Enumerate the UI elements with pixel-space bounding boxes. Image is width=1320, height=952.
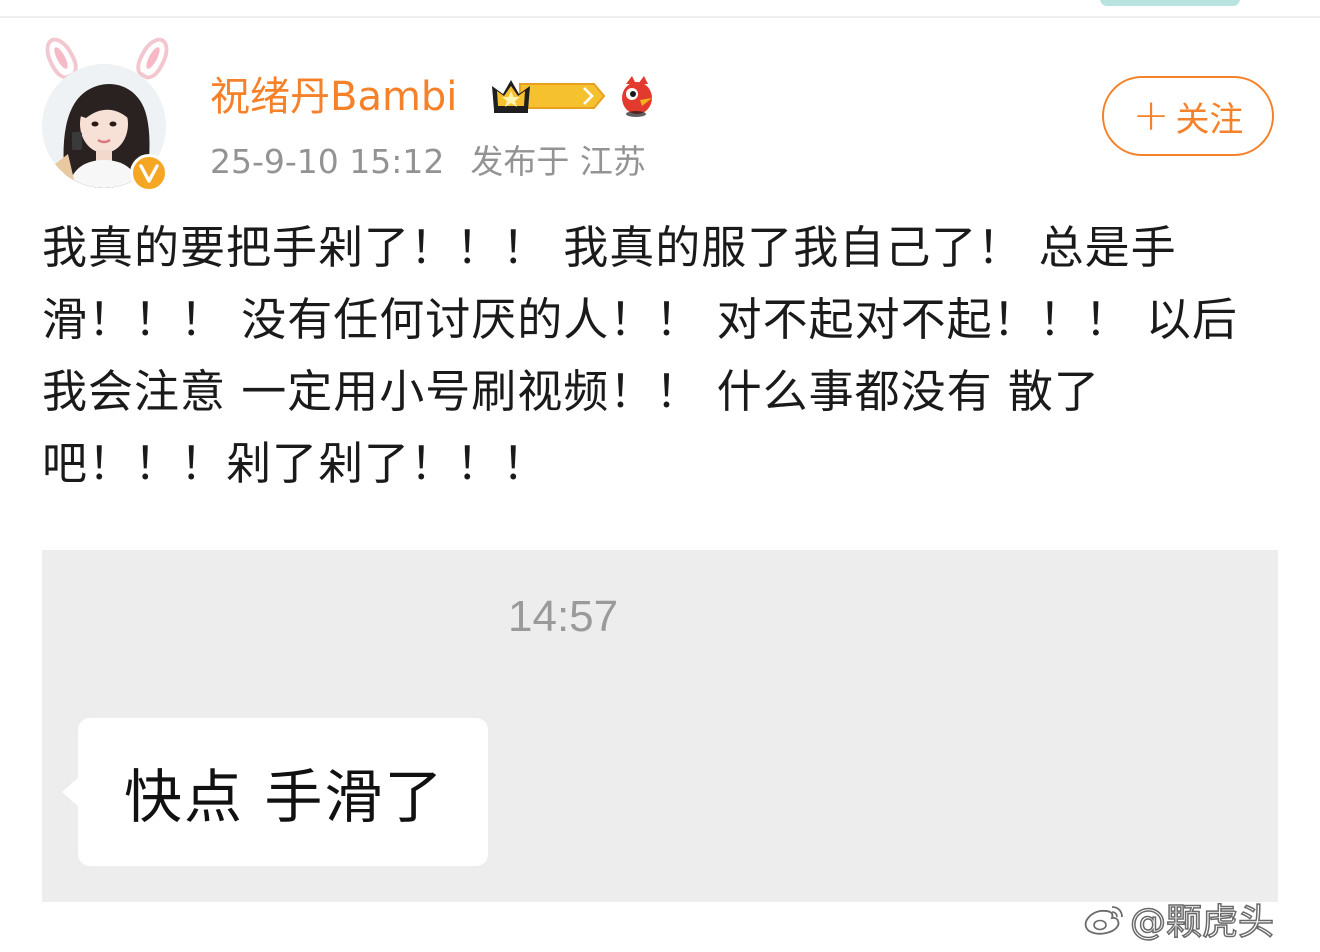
avatar[interactable] [38, 32, 178, 192]
post-text: 我真的要把手剁了！！！ 我真的服了我自己了！ 总是手滑！！！ 没有任何讨厌的人！… [42, 221, 1238, 490]
embedded-screenshot[interactable]: 14:57 快点 手滑了 [42, 550, 1278, 902]
follow-button[interactable]: + 关注 [1102, 76, 1274, 156]
post-meta: 25-9-10 15:12 发布于 江苏 [210, 140, 646, 184]
weibo-logo-icon [1084, 906, 1123, 935]
author-name[interactable]: 祝绪丹Bambi [210, 72, 457, 122]
plus-icon: + [1132, 90, 1170, 141]
watermark-text: @颗虎头 [1129, 901, 1275, 944]
mascot-icon [616, 74, 658, 118]
crown-level-badge-icon[interactable] [490, 74, 608, 118]
chat-message-text: 快点 手滑了 [124, 763, 445, 831]
chat-timestamp: 14:57 [508, 592, 619, 641]
watermark: @颗虎头 [1082, 892, 1275, 946]
follow-label: 关注 [1175, 99, 1244, 140]
top-divider [0, 16, 1320, 18]
post-location: 发布于 江苏 [470, 142, 646, 181]
top-decoration [1100, 0, 1240, 6]
post-time: 25-9-10 15:12 [210, 142, 445, 181]
verified-badge-icon [130, 154, 168, 192]
chat-message-bubble: 快点 手滑了 [62, 718, 488, 866]
